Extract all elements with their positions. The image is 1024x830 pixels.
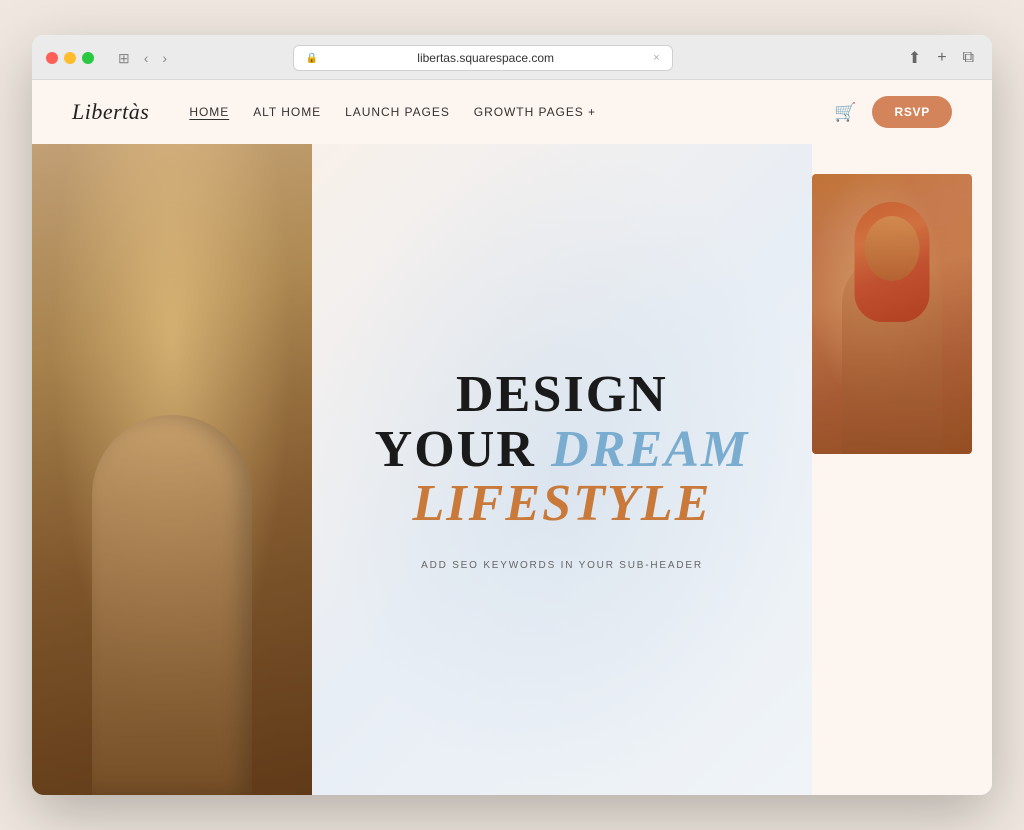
hero-section: DESIGN YOUR DREAM LIFESTYLE ADD SEO KEYW… <box>32 144 992 795</box>
share-button[interactable]: ⬆ <box>904 46 925 70</box>
fullscreen-traffic-light[interactable] <box>82 52 94 64</box>
new-tab-button[interactable]: + <box>933 47 950 69</box>
forward-button[interactable]: › <box>158 48 171 68</box>
nav-links: HOME ALT HOME LAUNCH PAGES GROWTH PAGES … <box>189 103 834 121</box>
nav-link-alt-home[interactable]: ALT HOME <box>253 105 321 119</box>
hero-right-image <box>812 144 992 795</box>
nav-link-home[interactable]: HOME <box>189 105 229 119</box>
browser-chrome: ⊞ ‹ › 🔒 libertas.squarespace.com × ⬆ + ⧉ <box>32 35 992 80</box>
website-content: Libertàs HOME ALT HOME LAUNCH PAGES GROW… <box>32 80 992 795</box>
cart-icon[interactable]: 🛒 <box>834 102 856 123</box>
hero-subheader: ADD SEO KEYWORDS IN YOUR SUB-HEADER <box>421 560 703 571</box>
browser-controls: ⊞ ‹ › <box>114 48 171 69</box>
nav-link-growth-pages[interactable]: GROWTH PAGES + <box>474 105 596 119</box>
browser-window: ⊞ ‹ › 🔒 libertas.squarespace.com × ⬆ + ⧉… <box>32 35 992 795</box>
right-photo-head <box>865 216 920 281</box>
address-bar[interactable]: 🔒 libertas.squarespace.com × <box>293 45 673 71</box>
back-button[interactable]: ‹ <box>140 48 153 68</box>
hero-headline: DESIGN YOUR DREAM LIFESTYLE <box>375 368 750 532</box>
window-tile-button[interactable]: ⊞ <box>114 48 134 69</box>
minimize-traffic-light[interactable] <box>64 52 76 64</box>
rsvp-button[interactable]: RSVP <box>872 96 952 128</box>
tab-overview-button[interactable]: ⧉ <box>959 47 978 69</box>
right-photo <box>812 174 972 454</box>
close-tab-button[interactable]: × <box>653 52 659 64</box>
browser-actions: ⬆ + ⧉ <box>904 46 978 70</box>
headline-your-dream: YOUR DREAM <box>375 423 750 478</box>
headline-design: DESIGN <box>375 368 750 423</box>
close-traffic-light[interactable] <box>46 52 58 64</box>
hero-left-image <box>32 144 312 795</box>
hero-center: DESIGN YOUR DREAM LIFESTYLE ADD SEO KEYW… <box>312 144 812 795</box>
site-logo[interactable]: Libertàs <box>72 99 149 125</box>
nav-right: 🛒 RSVP <box>834 96 952 128</box>
lock-icon: 🔒 <box>306 53 318 64</box>
site-nav: Libertàs HOME ALT HOME LAUNCH PAGES GROW… <box>32 80 992 144</box>
traffic-lights <box>46 52 94 64</box>
headline-lifestyle: LIFESTYLE <box>375 477 750 532</box>
nav-link-launch-pages[interactable]: LAUNCH PAGES <box>345 105 450 119</box>
url-text: libertas.squarespace.com <box>324 51 647 65</box>
headline-dream: DREAM <box>551 421 749 478</box>
